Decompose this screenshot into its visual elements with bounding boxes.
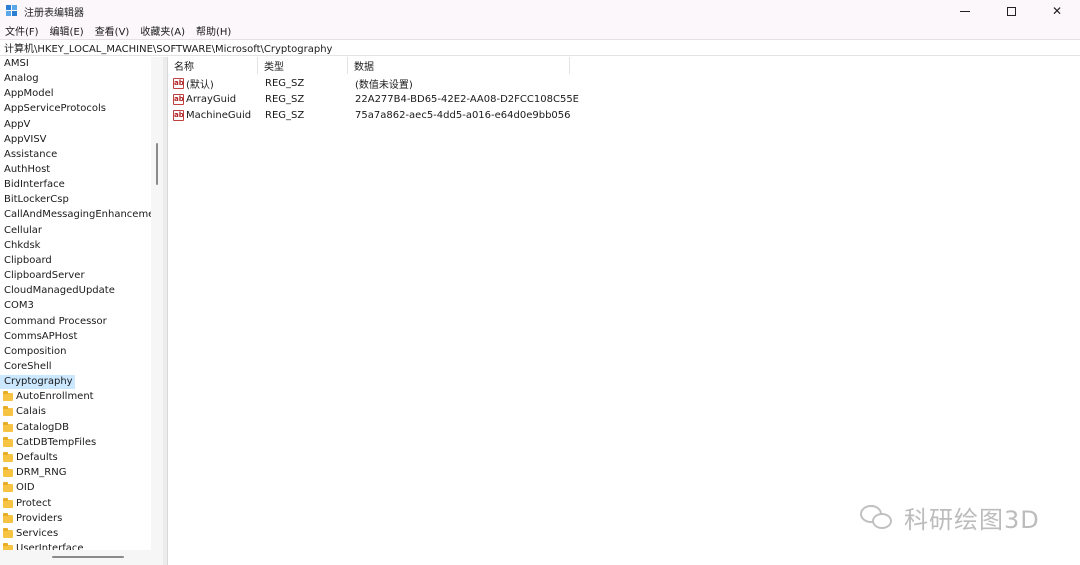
tree-subkey[interactable]: OID bbox=[0, 481, 37, 495]
value-data: 22A277B4-BD65-42E2-AA08-D2FCC108C55E bbox=[355, 93, 579, 105]
tree-item-cryptography-selected[interactable]: Cryptography bbox=[0, 375, 75, 389]
tree-horizontal-scrollbar[interactable] bbox=[0, 550, 163, 565]
window-controls: ✕ bbox=[942, 0, 1080, 22]
tree-item[interactable]: AppVISV bbox=[0, 133, 49, 147]
window-title: 注册表编辑器 bbox=[24, 7, 84, 19]
tree-item[interactable]: Chkdsk bbox=[0, 239, 42, 253]
folder-icon bbox=[3, 391, 13, 401]
scroll-thumb[interactable] bbox=[156, 143, 158, 185]
tree-item[interactable]: ClipboardServer bbox=[0, 269, 87, 283]
tree-item[interactable]: AppV bbox=[0, 118, 32, 132]
value-data: (数值未设置) bbox=[355, 79, 413, 91]
tree-subkey[interactable]: CatalogDB bbox=[0, 421, 71, 435]
tree-item[interactable]: CommsAPHost bbox=[0, 330, 79, 344]
string-value-icon: ab bbox=[173, 93, 184, 105]
wechat-icon bbox=[860, 503, 896, 531]
value-list[interactable]: 名称 类型 数据 ab (默认) REG_SZ (数值未设置) ab Array… bbox=[167, 57, 1080, 565]
tree-item[interactable]: Command Processor bbox=[0, 315, 109, 329]
string-value-icon: ab bbox=[173, 109, 184, 121]
maximize-icon bbox=[1006, 6, 1016, 16]
menu-edit[interactable]: 编辑(E) bbox=[50, 23, 84, 38]
tree-item[interactable]: AuthHost bbox=[0, 163, 52, 177]
scroll-thumb[interactable] bbox=[52, 556, 124, 558]
tree-item[interactable]: BidInterface bbox=[0, 178, 67, 192]
tree-item[interactable]: Assistance bbox=[0, 148, 59, 162]
tree-subkey[interactable]: Calais bbox=[0, 405, 48, 419]
tree-item[interactable]: AppModel bbox=[0, 87, 56, 101]
address-path: 计算机\HKEY_LOCAL_MACHINE\SOFTWARE\Microsof… bbox=[4, 44, 333, 55]
value-name: (默认) bbox=[186, 79, 214, 91]
value-row[interactable]: ab (默认) REG_SZ (数值未设置) bbox=[168, 75, 768, 91]
menu-view[interactable]: 查看(V) bbox=[95, 23, 130, 38]
maximize-button[interactable] bbox=[988, 0, 1034, 22]
folder-icon bbox=[3, 452, 13, 462]
minimize-icon bbox=[960, 10, 970, 12]
watermark-text: 科研绘图3D bbox=[904, 505, 1040, 534]
key-tree[interactable]: AMSI Analog AppModel AppServiceProtocols… bbox=[0, 57, 163, 550]
folder-icon bbox=[3, 528, 13, 538]
menu-bar: 文件(F) 编辑(E) 查看(V) 收藏夹(A) 帮助(H) bbox=[0, 22, 1080, 39]
folder-icon bbox=[3, 467, 13, 477]
folder-icon bbox=[3, 482, 13, 492]
tree-subkey[interactable]: UserInterface bbox=[0, 542, 86, 550]
tree-item[interactable]: CloudManagedUpdate bbox=[0, 284, 117, 298]
tree-subkey[interactable]: DRM_RNG bbox=[0, 466, 68, 480]
column-header-name[interactable]: 名称 bbox=[168, 57, 258, 74]
column-header-type[interactable]: 类型 bbox=[258, 57, 348, 74]
tree-vertical-scrollbar[interactable] bbox=[151, 57, 163, 550]
tree-item[interactable]: Analog bbox=[0, 72, 41, 86]
column-header-data[interactable]: 数据 bbox=[348, 57, 570, 74]
tree-item[interactable]: Clipboard bbox=[0, 254, 54, 268]
value-data: 75a7a862-aec5-4dd5-a016-e64d0e9bb056 bbox=[355, 109, 571, 121]
close-button[interactable]: ✕ bbox=[1034, 0, 1080, 22]
tree-subkey[interactable]: CatDBTempFiles bbox=[0, 436, 98, 450]
address-bar[interactable]: 计算机\HKEY_LOCAL_MACHINE\SOFTWARE\Microsof… bbox=[0, 39, 1080, 56]
tree-subkey[interactable]: Defaults bbox=[0, 451, 60, 465]
value-type: REG_SZ bbox=[265, 109, 305, 121]
regedit-app-icon bbox=[6, 5, 18, 17]
folder-icon bbox=[3, 498, 13, 508]
folder-icon bbox=[3, 422, 13, 432]
menu-favorites[interactable]: 收藏夹(A) bbox=[140, 23, 185, 38]
watermark: 科研绘图3D bbox=[860, 500, 1040, 534]
title-bar: 注册表编辑器 ✕ bbox=[0, 0, 1080, 22]
tree-subkey[interactable]: Protect bbox=[0, 497, 53, 511]
tree-subkey[interactable]: Providers bbox=[0, 512, 64, 526]
tree-item[interactable]: BitLockerCsp bbox=[0, 193, 71, 207]
value-name: ArrayGuid bbox=[186, 93, 237, 105]
menu-help[interactable]: 帮助(H) bbox=[196, 23, 231, 38]
string-value-icon: ab bbox=[173, 77, 184, 89]
tree-subkey[interactable]: Services bbox=[0, 527, 60, 541]
folder-icon bbox=[3, 437, 13, 447]
tree-item[interactable]: AppServiceProtocols bbox=[0, 102, 108, 116]
minimize-button[interactable] bbox=[942, 0, 988, 22]
tree-subkey[interactable]: AutoEnrollment bbox=[0, 390, 96, 404]
value-name: MachineGuid bbox=[186, 109, 252, 121]
value-row[interactable]: ab ArrayGuid REG_SZ 22A277B4-BD65-42E2-A… bbox=[168, 91, 768, 107]
folder-icon bbox=[3, 406, 13, 416]
value-row[interactable]: ab MachineGuid REG_SZ 75a7a862-aec5-4dd5… bbox=[168, 107, 768, 123]
tree-item[interactable]: CoreShell bbox=[0, 360, 54, 374]
menu-file[interactable]: 文件(F) bbox=[5, 23, 39, 38]
value-type: REG_SZ bbox=[265, 93, 305, 105]
tree-item[interactable]: Composition bbox=[0, 345, 68, 359]
tree-item[interactable]: AMSI bbox=[0, 57, 31, 71]
tree-item[interactable]: Cellular bbox=[0, 224, 44, 238]
value-type: REG_SZ bbox=[265, 77, 305, 89]
tree-item[interactable]: CallAndMessagingEnhancement bbox=[0, 208, 163, 222]
close-icon: ✕ bbox=[1051, 4, 1063, 18]
tree-item[interactable]: COM3 bbox=[0, 299, 36, 313]
folder-icon bbox=[3, 513, 13, 523]
